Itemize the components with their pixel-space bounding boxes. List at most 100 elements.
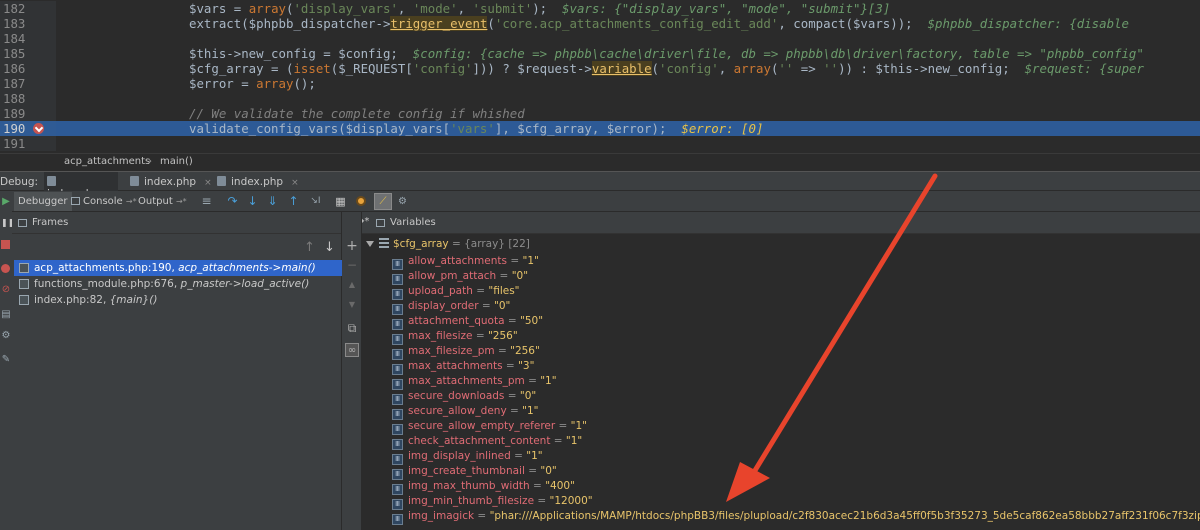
move-down-icon[interactable]: ▼	[345, 298, 359, 312]
frames-icon	[18, 219, 27, 227]
line-gutter[interactable]: 188	[0, 91, 56, 106]
tab-debugger[interactable]: Debugger	[14, 192, 72, 211]
code-line[interactable]: 189 // We validate the complete config if…	[0, 106, 1200, 121]
frame-item[interactable]: acp_attachments.php:190, acp_attachments…	[14, 260, 342, 276]
code-line[interactable]: 183 extract($phpbb_dispatcher->trigger_ev…	[0, 16, 1200, 31]
close-icon[interactable]: ×	[204, 178, 212, 188]
variable-name: secure_allow_deny	[408, 405, 507, 417]
variable-row[interactable]: Ⅲallow_pm_attach = "0"	[392, 269, 528, 285]
code-line[interactable]: 185 $this->new_config = $config; $config:…	[0, 46, 1200, 61]
debug-tab-2[interactable]: index.php ×	[130, 172, 214, 192]
variable-name: upload_path	[408, 285, 473, 297]
layout-icon[interactable]: ▤	[1, 310, 11, 320]
mute-breakpoints-icon[interactable]: ⟋	[374, 193, 392, 210]
expand-triangle-icon[interactable]	[366, 241, 374, 247]
line-gutter[interactable]: 189	[0, 106, 56, 121]
line-gutter[interactable]: 183	[0, 16, 56, 31]
pin-icon[interactable]: ✎	[1, 355, 11, 365]
copy-icon[interactable]: ⧉	[345, 321, 359, 335]
step-over-icon[interactable]: ↷	[226, 195, 239, 208]
code-line[interactable]: 188	[0, 91, 1200, 106]
variable-row[interactable]: Ⅲmax_filesize_pm = "256"	[392, 344, 540, 360]
stop-icon[interactable]	[1, 239, 11, 249]
line-number: 184	[3, 31, 26, 46]
variable-row[interactable]: Ⅲimg_create_thumbnail = "0"	[392, 464, 557, 480]
breakpoints-icon[interactable]	[355, 195, 368, 208]
variable-row[interactable]: Ⅲmax_filesize = "256"	[392, 329, 518, 345]
line-gutter[interactable]: 186	[0, 61, 56, 76]
variable-value: "50"	[520, 315, 544, 327]
variable-value: "1"	[565, 435, 583, 447]
code-line[interactable]: 184	[0, 31, 1200, 46]
debug-tab-1[interactable]: index.php×	[44, 172, 118, 200]
frame-item[interactable]: index.php:82, {main}()	[14, 292, 342, 308]
code-editor[interactable]: 182 $vars = array('display_vars', 'mode',…	[0, 0, 1200, 153]
variable-row[interactable]: Ⅲimg_imagick = "phar:///Applications/MAM…	[392, 509, 1200, 525]
variable-row[interactable]: Ⅲsecure_allow_empty_referer = "1"	[392, 419, 587, 435]
variables-side-toolbar: + − ▲ ▼ ⧉ ∞	[342, 212, 362, 530]
close-icon[interactable]: ×	[291, 178, 299, 188]
code-line[interactable]: 182 $vars = array('display_vars', 'mode',…	[0, 1, 1200, 16]
code-token: array	[248, 1, 286, 16]
show-execution-point-icon[interactable]: ≡	[200, 195, 213, 208]
previous-frame-arrow-icon[interactable]: ↑	[304, 240, 315, 255]
variable-value: "0"	[540, 465, 557, 477]
variable-row[interactable]: Ⅲsecure_allow_deny = "1"	[392, 404, 539, 420]
force-step-into-icon[interactable]: ⇓	[266, 195, 279, 208]
line-gutter[interactable]: 191	[0, 136, 56, 151]
breadcrumb-file[interactable]: acp_attachments	[64, 156, 150, 167]
variable-row[interactable]: Ⅲmax_attachments = "3"	[392, 359, 534, 375]
equals-sign: =	[478, 300, 495, 312]
variable-row[interactable]: Ⅲimg_display_inlined = "1"	[392, 449, 543, 465]
settings-icon[interactable]: ⚙	[396, 195, 409, 208]
variable-row[interactable]: Ⅲallow_attachments = "1"	[392, 254, 539, 270]
tab-output[interactable]: Output →*	[134, 192, 191, 211]
step-out-icon[interactable]: ↑	[287, 195, 300, 208]
variable-row[interactable]: Ⅲmax_attachments_pm = "1"	[392, 374, 557, 390]
code-line[interactable]: 190 validate_config_vars($display_vars['v…	[0, 121, 1200, 136]
variable-row[interactable]: Ⅲsecure_downloads = "0"	[392, 389, 537, 405]
variable-row[interactable]: Ⅲcheck_attachment_content = "1"	[392, 434, 583, 450]
variable-value: "0"	[519, 390, 537, 402]
output-pin-icon[interactable]: →*	[176, 197, 187, 206]
code-line[interactable]: 191	[0, 136, 1200, 151]
frame-item[interactable]: functions_module.php:676, p_master->load…	[14, 276, 342, 292]
variable-row[interactable]: Ⅲattachment_quota = "50"	[392, 314, 544, 330]
line-gutter[interactable]: 182	[0, 1, 56, 16]
variable-row[interactable]: Ⅲdisplay_order = "0"	[392, 299, 510, 315]
variable-value: "files"	[488, 285, 520, 297]
line-gutter[interactable]: 185	[0, 46, 56, 61]
evaluate-icon[interactable]: ▦	[334, 195, 347, 208]
line-gutter[interactable]: 190	[0, 121, 56, 136]
code-line[interactable]: 186 $cfg_array = (isset($_REQUEST['config…	[0, 61, 1200, 76]
line-gutter[interactable]: 184	[0, 31, 56, 46]
next-frame-arrow-icon[interactable]: ↓	[324, 240, 335, 255]
variable-row[interactable]: Ⅲimg_max_thumb_width = "400"	[392, 479, 575, 495]
breakpoint-icon[interactable]	[33, 123, 44, 134]
equals-sign: =	[510, 450, 527, 462]
code-token: $cfg_array = (	[189, 61, 294, 76]
debug-tab-3[interactable]: index.php ×	[217, 172, 301, 192]
view-breakpoints-icon[interactable]	[1, 264, 11, 274]
code-text: $this->new_config = $config; $config: {c…	[189, 46, 1144, 61]
pause-icon[interactable]: ❚❚	[1, 218, 14, 228]
show-watches-icon[interactable]: ∞	[345, 343, 359, 357]
panel-pin-icon[interactable]: →*	[362, 216, 369, 227]
code-token: 'config'	[412, 61, 473, 76]
step-into-icon[interactable]: ↓	[246, 195, 259, 208]
move-up-icon[interactable]: ▲	[345, 278, 359, 292]
variable-row[interactable]: Ⅲimg_min_thumb_filesize = "12000"	[392, 494, 593, 510]
run-to-cursor-icon[interactable]: ↘I	[309, 195, 322, 208]
add-watch-icon[interactable]: +	[345, 239, 359, 253]
line-gutter[interactable]: 187	[0, 76, 56, 91]
mute-icon[interactable]: ⊘	[1, 285, 11, 295]
resume-icon[interactable]: ▶	[1, 197, 11, 207]
variable-row[interactable]: Ⅲupload_path = "files"	[392, 284, 520, 300]
breadcrumb-method[interactable]: main()	[160, 156, 193, 167]
variable-root-row[interactable]: $cfg_array = {array} [22]	[366, 238, 530, 253]
remove-watch-icon[interactable]: −	[345, 258, 359, 272]
code-line[interactable]: 187 $error = array();	[0, 76, 1200, 91]
tab-console[interactable]: Console →*	[67, 192, 141, 211]
line-number: 189	[3, 106, 26, 121]
gear-icon[interactable]: ⚙	[1, 331, 11, 341]
